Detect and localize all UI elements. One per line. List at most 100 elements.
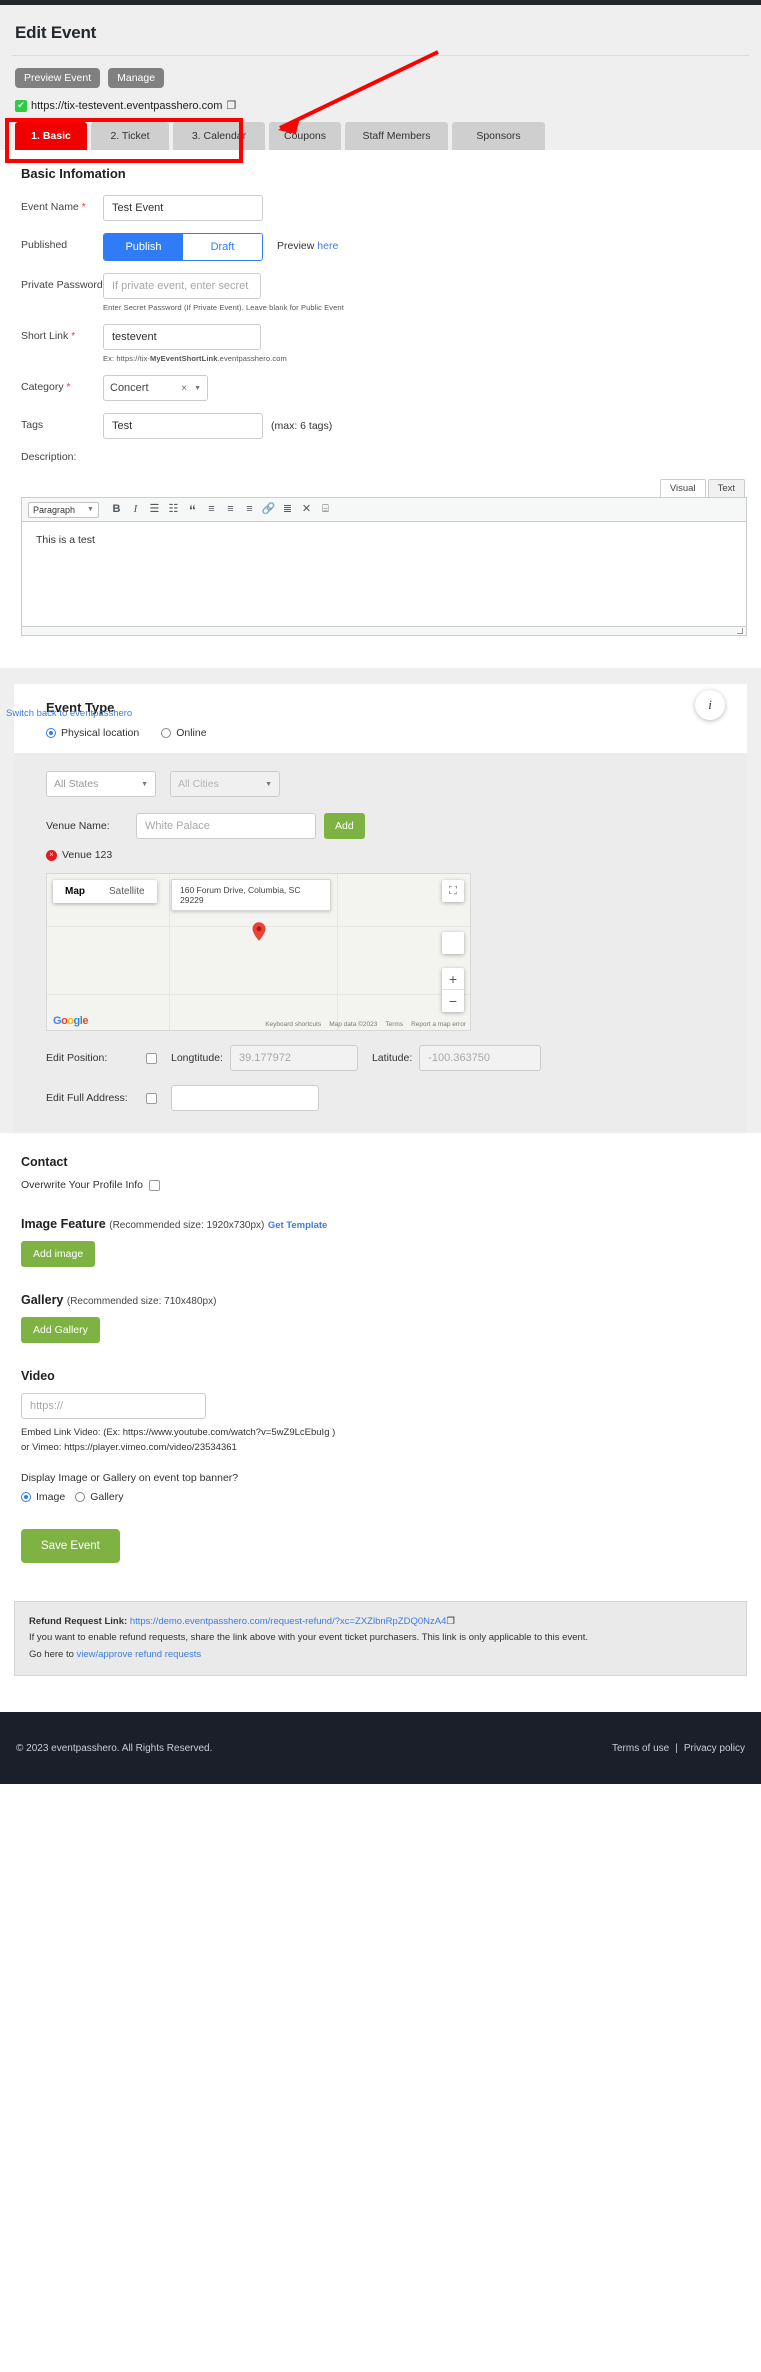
terms-link[interactable]: Terms (385, 1021, 403, 1028)
radio-online-label: Online (176, 727, 207, 739)
preview-text: Preview here (277, 240, 339, 252)
fullscreen-icon[interactable]: ⛶ (442, 880, 464, 902)
refund-link[interactable]: https://demo.eventpasshero.com/request-r… (130, 1616, 447, 1627)
contact-title: Contact (21, 1155, 68, 1169)
align-right-icon[interactable]: ≡ (240, 504, 259, 515)
read-more-icon[interactable]: ≣ (278, 504, 297, 515)
description-label: Description: (21, 451, 77, 463)
clear-category-icon[interactable]: × (181, 383, 187, 394)
switch-back-link[interactable]: Switch back to eventpasshero (6, 708, 132, 719)
view-approve-refunds-link[interactable]: view/approve refund requests (77, 1649, 202, 1660)
edit-full-address-label: Edit Full Address: (46, 1092, 128, 1104)
format-select[interactable]: Paragraph ▼ (28, 501, 99, 518)
tab-coupons[interactable]: Coupons (269, 122, 341, 150)
state-select-value: All States (54, 778, 99, 790)
venue-name-input[interactable] (136, 813, 316, 839)
tab-calendar[interactable]: 3. Calendar (173, 122, 265, 150)
tab-ticket[interactable]: 2. Ticket (91, 122, 169, 150)
italic-icon[interactable]: I (126, 504, 145, 515)
blockquote-icon[interactable]: “ (183, 503, 202, 517)
short-link-input[interactable] (103, 324, 261, 350)
terms-of-use-link[interactable]: Terms of use (612, 1743, 669, 1754)
editor-content[interactable]: This is a test (21, 522, 747, 627)
tabs-list: 1. Basic 2. Ticket 3. Calendar Coupons S… (12, 122, 749, 150)
image-feature-sub: (Recommended size: 1920x730px) (109, 1220, 265, 1231)
align-center-icon[interactable]: ≡ (221, 504, 240, 515)
bold-icon[interactable]: B (107, 504, 126, 515)
category-select[interactable]: Concert × ▼ (103, 375, 208, 401)
refund-request-panel: Refund Request Link: https://demo.eventp… (14, 1600, 747, 1677)
footer-separator: | (675, 1742, 678, 1754)
remove-venue-icon[interactable]: × (46, 849, 57, 861)
copy-icon[interactable]: ❐ (226, 99, 236, 112)
overwrite-profile-checkbox[interactable] (148, 1179, 160, 1191)
preview-event-button[interactable]: Preview Event (15, 68, 101, 88)
city-select[interactable]: All Cities ▼ (170, 771, 280, 797)
tab-text[interactable]: Text (707, 479, 745, 497)
radio-physical-location[interactable]: Physical location (46, 727, 139, 739)
keyboard-shortcuts-link[interactable]: Keyboard shortcuts (265, 1021, 321, 1028)
privacy-policy-link[interactable]: Privacy policy (684, 1743, 745, 1754)
info-icon[interactable]: i (695, 690, 725, 720)
copy-icon[interactable]: ❐ (446, 1616, 455, 1627)
align-left-icon[interactable]: ≡ (202, 504, 221, 515)
tab-visual[interactable]: Visual (659, 479, 706, 497)
video-url-input[interactable] (21, 1393, 206, 1419)
map-data-text: Map data ©2023 (329, 1021, 378, 1028)
full-address-input[interactable] (171, 1085, 319, 1111)
get-template-link[interactable]: Get Template (268, 1220, 327, 1231)
radio-display-image-label: Image (36, 1490, 66, 1503)
tab-basic[interactable]: 1. Basic (15, 122, 87, 150)
latitude-input[interactable] (419, 1045, 542, 1071)
header-divider (12, 55, 749, 56)
numbered-list-icon[interactable]: ☷ (164, 504, 183, 515)
add-venue-button[interactable]: Add (324, 813, 365, 839)
map-tab[interactable]: Map (53, 880, 97, 903)
event-name-label: Event Name * (21, 201, 86, 213)
gallery-sub: (Recommended size: 710x480px) (66, 1296, 217, 1307)
preview-here-link[interactable]: here (317, 240, 338, 252)
venue-name-row: Venue Name: Add (32, 813, 729, 839)
edit-event-page: Edit Event Preview Event Manage ✔ https:… (0, 0, 761, 1785)
description-editor: Description: Visual Text Paragraph ▼ B I… (14, 451, 747, 636)
private-password-input[interactable] (103, 273, 261, 299)
toolbar-toggle-icon[interactable]: ⌸ (316, 504, 335, 515)
overwrite-profile-row: Overwrite Your Profile Info (14, 1179, 747, 1191)
report-map-error-link[interactable]: Report a map error (411, 1021, 466, 1028)
edit-position-checkbox[interactable] (146, 1052, 157, 1064)
tab-sponsors[interactable]: Sponsors (452, 122, 545, 150)
edit-full-address-checkbox[interactable] (146, 1092, 157, 1104)
fullscreen-icon[interactable]: ✕ (297, 504, 316, 515)
radio-online[interactable]: Online (161, 727, 207, 739)
add-image-button[interactable]: Add image (21, 1241, 96, 1267)
location-selects: All States ▼ All Cities ▼ (32, 771, 729, 797)
zoom-out-button[interactable]: − (442, 990, 464, 1012)
add-gallery-button[interactable]: Add Gallery (21, 1317, 100, 1343)
save-event-button[interactable]: Save Event (21, 1528, 120, 1563)
tab-staff-members[interactable]: Staff Members (345, 122, 448, 150)
draft-button[interactable]: Draft (183, 234, 262, 260)
bullet-list-icon[interactable]: ☰ (145, 504, 164, 515)
chevron-down-icon: ▼ (265, 780, 272, 788)
map-address-field[interactable]: 160 Forum Drive, Columbia, SC 29229 (171, 879, 331, 911)
editor-toolbar: Paragraph ▼ B I ☰ ☷ “ ≡ ≡ ≡ 🔗 ≣ ✕ ⌸ (21, 497, 747, 522)
manage-button[interactable]: Manage (108, 68, 165, 88)
radio-display-image[interactable]: Image (21, 1491, 65, 1503)
category-label: Category * (21, 381, 71, 393)
map-footer-links: Keyboard shortcuts Map data ©2023 Terms … (265, 1021, 466, 1028)
radio-display-gallery[interactable]: Gallery (75, 1491, 123, 1503)
zoom-in-button[interactable]: + (442, 968, 464, 990)
state-select[interactable]: All States ▼ (46, 771, 156, 797)
satellite-tab[interactable]: Satellite (97, 880, 157, 903)
insert-link-icon[interactable]: 🔗 (259, 504, 278, 515)
radio-display-gallery-label: Gallery (90, 1490, 124, 1503)
publish-button[interactable]: Publish (104, 234, 183, 260)
field-private-password: Private Password Enter Secret Password (… (14, 273, 747, 312)
editor-resize-handle[interactable] (21, 627, 747, 636)
map-widget[interactable]: Map Satellite 160 Forum Drive, Columbia,… (46, 873, 471, 1031)
event-url-text: https://tix-testevent.eventpasshero.com (31, 99, 223, 112)
event-name-input[interactable] (103, 195, 263, 221)
street-view-pegman-icon[interactable] (442, 932, 464, 954)
longitude-input[interactable] (229, 1045, 358, 1071)
tags-input[interactable] (103, 413, 263, 439)
